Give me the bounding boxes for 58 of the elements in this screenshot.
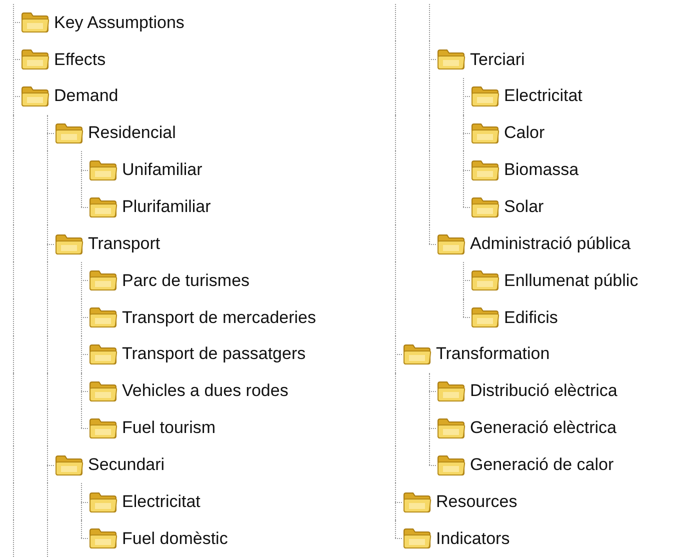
tree-item[interactable]: Generació de calor xyxy=(470,452,614,478)
tree-item[interactable]: Electricitat xyxy=(504,83,582,109)
tree-item[interactable]: Transport xyxy=(88,230,160,256)
tree-item[interactable]: Enllumenat públic xyxy=(504,268,638,294)
folder-icon xyxy=(20,48,50,70)
tree-item[interactable]: Solar xyxy=(504,194,544,220)
folder-icon xyxy=(470,158,500,181)
folder-icon xyxy=(88,269,118,292)
tree-item[interactable]: Transport de mercaderies xyxy=(122,304,316,330)
tree-item[interactable]: Plurifamiliar xyxy=(122,194,211,220)
folder-icon xyxy=(88,416,118,439)
folder-icon xyxy=(470,122,500,144)
tree-item[interactable]: Electricitat xyxy=(122,488,200,514)
tree-item[interactable]: Transport de passatgers xyxy=(122,341,306,367)
tree-item[interactable]: Key Assumptions xyxy=(54,10,184,36)
folder-icon xyxy=(20,11,50,34)
folder-icon xyxy=(470,306,500,328)
tree-item[interactable]: Indicators xyxy=(436,526,510,552)
tree-item[interactable]: Fuel domèstic xyxy=(122,526,228,552)
tree-item[interactable]: Transformation xyxy=(436,341,550,367)
folder-icon xyxy=(54,232,84,255)
tree-item[interactable]: Edificis xyxy=(504,304,558,330)
folder-icon xyxy=(402,490,432,513)
folder-icon xyxy=(20,85,50,108)
folder-icon xyxy=(88,306,118,328)
folder-icon xyxy=(88,343,118,366)
folder-icon xyxy=(88,527,118,550)
tree-item[interactable]: Unifamiliar xyxy=(122,157,202,183)
folder-icon xyxy=(88,380,118,402)
tree-item[interactable]: Demand xyxy=(54,83,118,109)
tree-item[interactable]: Resources xyxy=(436,488,518,514)
folder-icon xyxy=(88,158,118,181)
folder-icon xyxy=(88,490,118,513)
folder-icon xyxy=(436,454,466,476)
tree-item[interactable]: Residencial xyxy=(88,120,176,146)
folder-icon xyxy=(470,269,500,292)
folder-icon xyxy=(470,196,500,218)
folder-icon xyxy=(54,454,84,476)
folder-icon xyxy=(436,48,466,70)
folder-icon xyxy=(88,196,118,218)
tree-item[interactable]: Generació elèctrica xyxy=(470,415,616,441)
folder-icon xyxy=(470,85,500,108)
tree-item[interactable]: Fuel tourism xyxy=(122,415,216,441)
folder-icon xyxy=(436,380,466,402)
tree-item[interactable]: Distribució elèctrica xyxy=(470,378,618,404)
tree-item[interactable]: Calor xyxy=(504,120,545,146)
tree-item[interactable]: Terciari xyxy=(470,46,525,72)
folder-icon xyxy=(54,122,84,144)
folder-icon xyxy=(402,343,432,366)
tree-item[interactable]: Effects xyxy=(54,46,106,72)
tree-item[interactable]: Administració pública xyxy=(470,230,631,256)
tree-item[interactable]: Parc de turismes xyxy=(122,268,250,294)
folder-icon xyxy=(436,416,466,439)
folder-icon xyxy=(402,527,432,550)
tree-item[interactable]: Biomassa xyxy=(504,157,579,183)
tree-item[interactable]: Secundari xyxy=(88,452,165,478)
tree-item[interactable]: Vehicles a dues rodes xyxy=(122,378,288,404)
folder-icon xyxy=(436,232,466,255)
